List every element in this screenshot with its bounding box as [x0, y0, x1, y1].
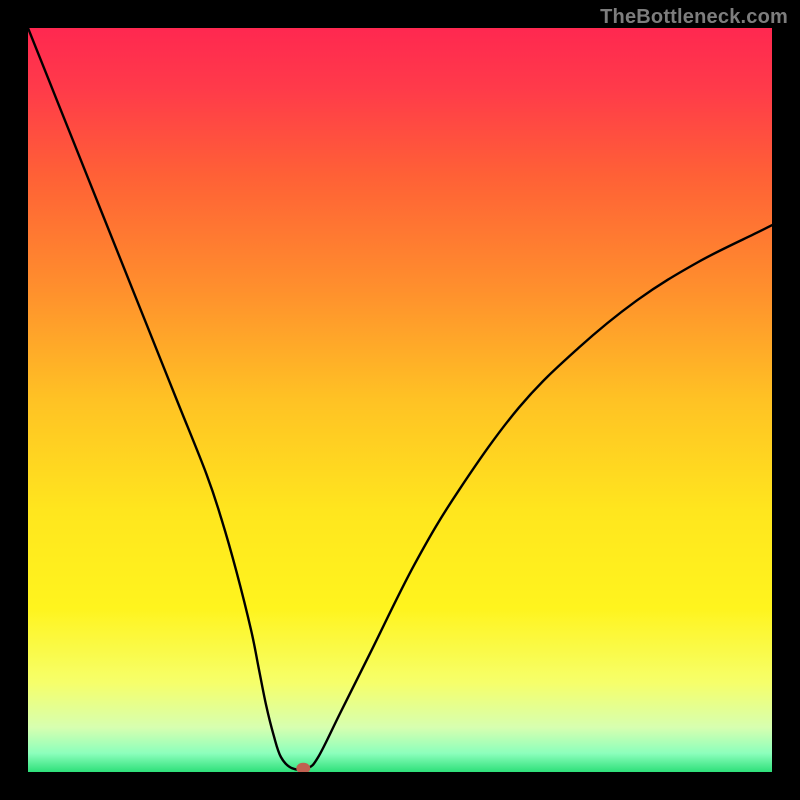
gradient-background [28, 28, 772, 772]
outer-frame: TheBottleneck.com [0, 0, 800, 800]
watermark-text: TheBottleneck.com [600, 6, 788, 29]
chart-svg [28, 28, 772, 772]
plot-area [28, 28, 772, 772]
